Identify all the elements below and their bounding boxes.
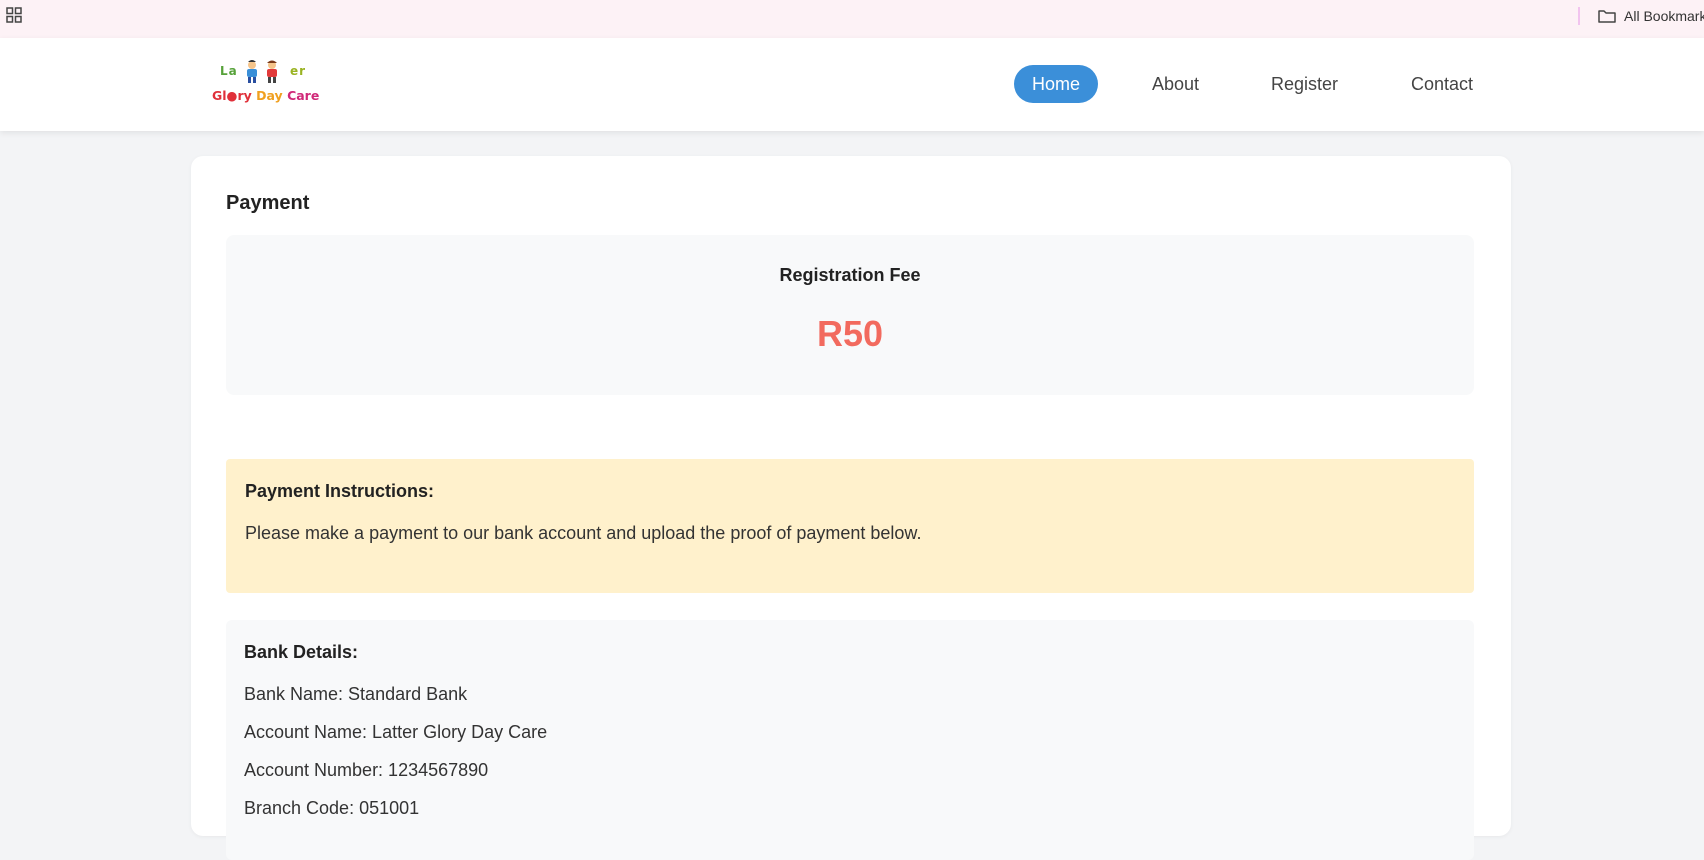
account-number: Account Number: 1234567890 — [244, 760, 489, 780]
payment-instructions-box: Payment Instructions: Please make a paym… — [226, 459, 1474, 593]
folder-icon — [1598, 10, 1616, 23]
page-title: Payment — [226, 192, 310, 214]
instructions-text: Please make a payment to our bank accoun… — [245, 523, 922, 543]
all-bookmarks-label: All Bookmarks — [1624, 8, 1704, 24]
site-header: La er Gl●ry Day Care Home About Register… — [0, 38, 1704, 131]
branch-code: Branch Code: 051001 — [244, 798, 420, 818]
main-nav: Home About Register Contact — [0, 65, 1704, 103]
all-bookmarks-button[interactable]: All Bookmarks — [1598, 6, 1704, 26]
bank-details-heading: Bank Details: — [244, 642, 359, 662]
nav-home[interactable]: Home — [1014, 65, 1098, 103]
registration-fee-box: Registration Fee R50 — [226, 235, 1474, 395]
nav-about[interactable]: About — [1152, 65, 1199, 103]
account-name: Account Name: Latter Glory Day Care — [244, 722, 548, 742]
bookmarks-bar: All Bookmarks — [0, 0, 1704, 38]
payment-card: Payment Registration Fee R50 Payment Ins… — [191, 156, 1511, 860]
bank-details-box: Bank Details: Bank Name: Standard Bank A… — [226, 620, 1474, 860]
bookmarks-divider — [1578, 7, 1580, 25]
nav-contact[interactable]: Contact — [1411, 65, 1473, 103]
instructions-heading: Payment Instructions: — [245, 481, 435, 501]
fee-label: Registration Fee — [779, 265, 921, 285]
bank-name: Bank Name: Standard Bank — [244, 684, 468, 704]
apps-grid-icon[interactable] — [6, 7, 22, 23]
fee-amount: R50 — [816, 313, 884, 354]
nav-register[interactable]: Register — [1271, 65, 1338, 103]
